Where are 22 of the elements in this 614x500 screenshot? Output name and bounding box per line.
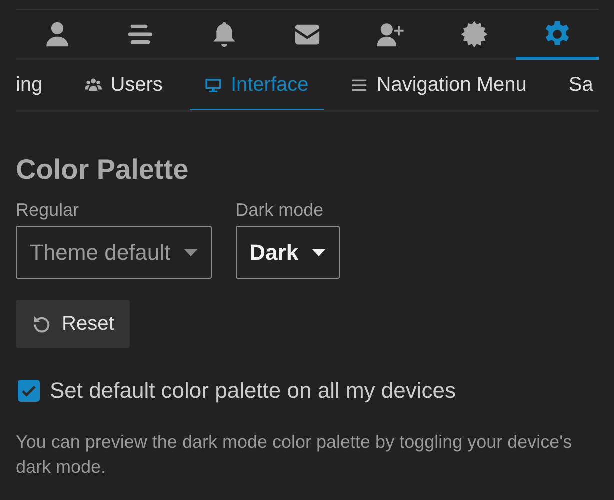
section-heading: Color Palette: [16, 154, 190, 186]
tab[interactable]: Navigation Menu: [336, 60, 542, 110]
tab[interactable]: ing: [16, 60, 58, 110]
field-label: Regular: [16, 200, 80, 221]
undo-icon: [32, 314, 52, 334]
checkbox[interactable]: [18, 380, 40, 402]
field-label: Dark mode: [236, 200, 325, 221]
dropdown[interactable]: Theme default: [16, 226, 212, 279]
tab[interactable]: Users: [70, 60, 178, 110]
tab[interactable]: [516, 20, 599, 60]
help-text: You can preview the dark mode color palette by toggling your device's dark mode.: [16, 431, 574, 479]
dropdown[interactable]: Dark: [236, 226, 340, 279]
badge-icon: [460, 20, 489, 49]
reset-button[interactable]: Reset: [16, 300, 130, 348]
tab[interactable]: Sa: [554, 60, 594, 110]
users-icon: [84, 77, 102, 94]
checkbox-label: Set default color palette on all my devices: [50, 378, 456, 404]
caret-icon: [312, 248, 326, 256]
caret-icon: [184, 248, 198, 256]
tab[interactable]: Interface: [190, 60, 324, 110]
menu-icon: [350, 77, 368, 94]
monitor-icon: [204, 77, 222, 94]
